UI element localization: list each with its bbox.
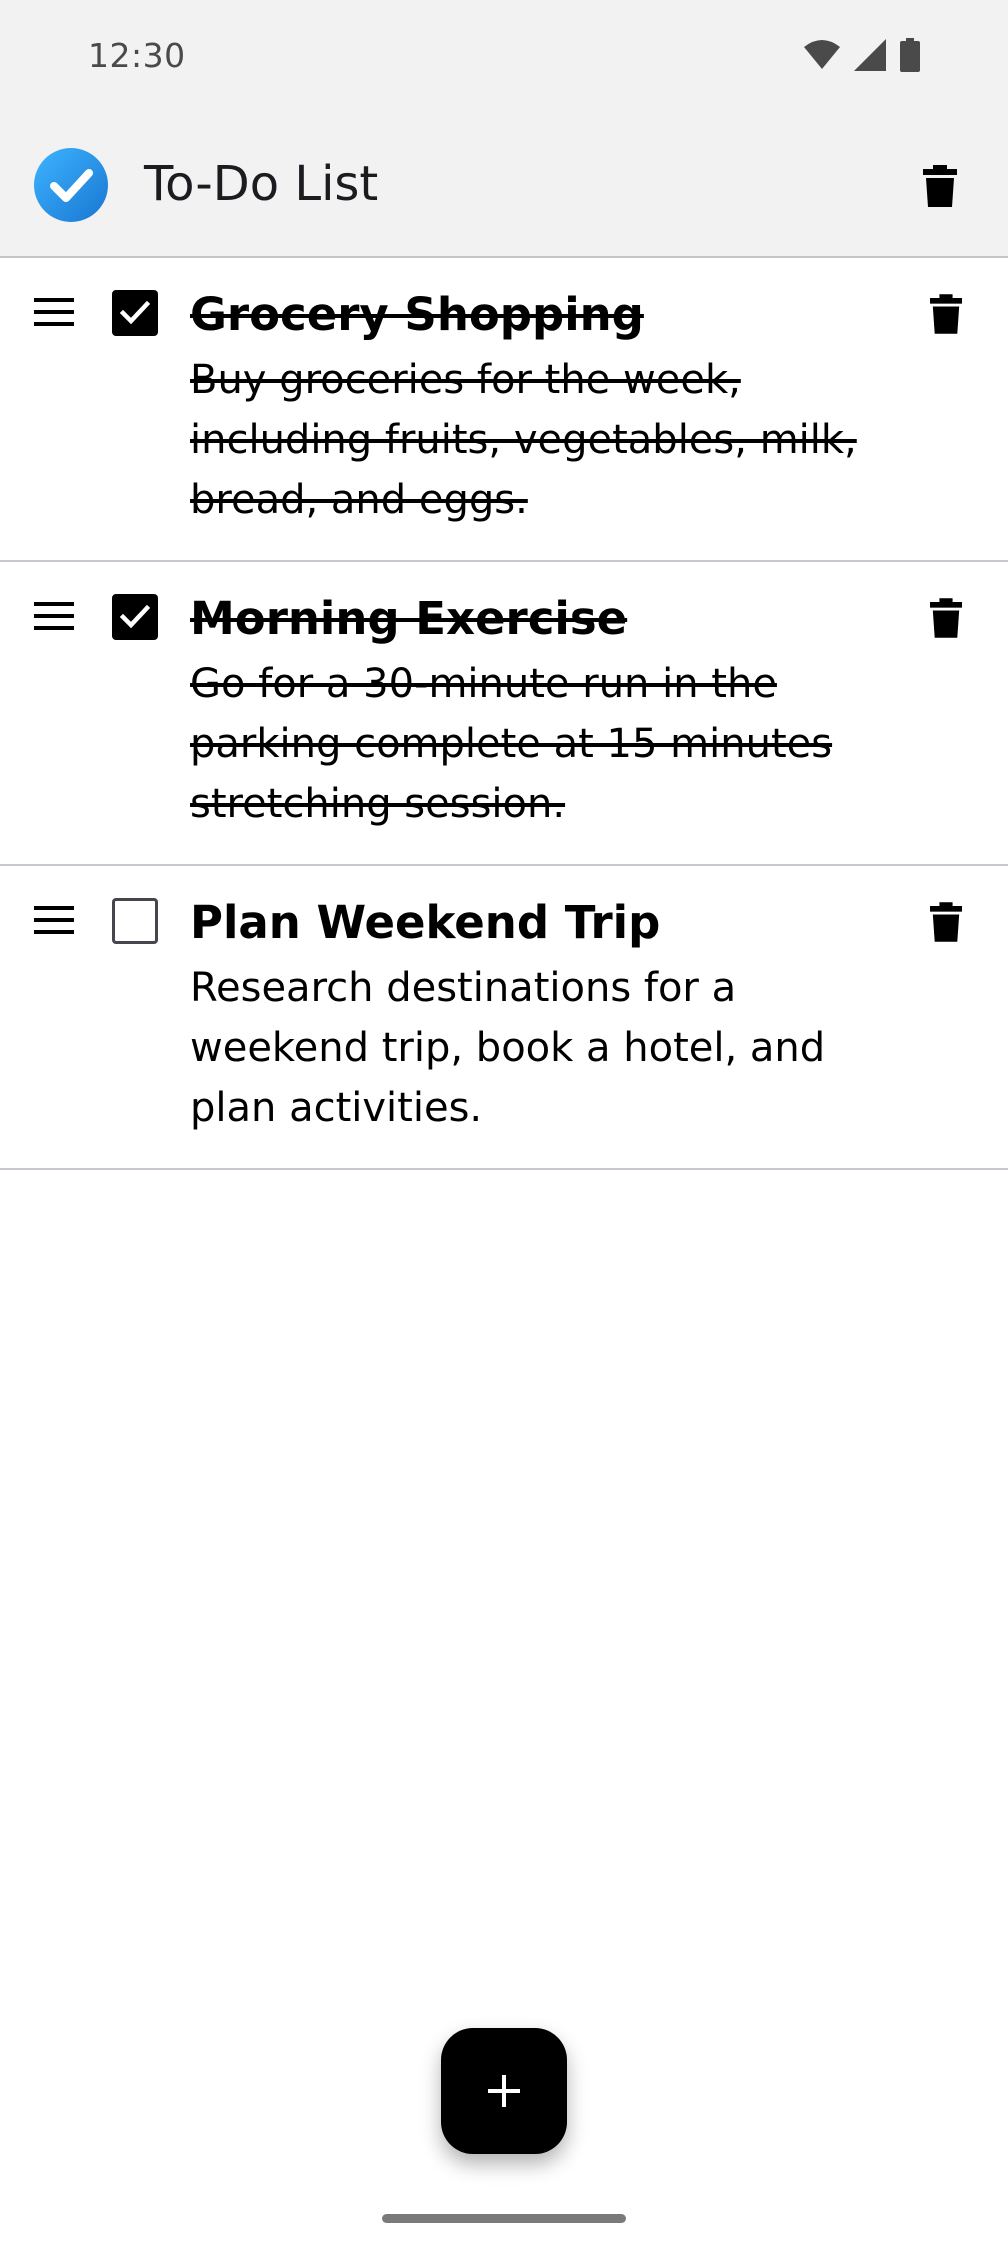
todo-checkbox[interactable] [112, 290, 158, 336]
todo-item[interactable]: Plan Weekend Trip Research destinations … [0, 866, 1008, 1170]
screen: 12:30 To-Do List Grocery Shopping Buy gr… [0, 0, 1008, 2244]
todo-text: Plan Weekend Trip Research destinations … [190, 894, 890, 1138]
drag-handle-icon[interactable] [32, 294, 76, 330]
todo-checkbox[interactable] [112, 898, 158, 944]
todo-description: Buy groceries for the week, including fr… [190, 357, 857, 523]
delete-todo-button[interactable] [918, 590, 974, 646]
battery-icon [900, 38, 920, 72]
status-icons [804, 38, 920, 72]
todo-item[interactable]: Grocery Shopping Buy groceries for the w… [0, 258, 1008, 562]
todo-title: Plan Weekend Trip [190, 896, 661, 949]
todo-text: Morning Exercise Go for a 30-minute run … [190, 590, 890, 834]
delete-icon [930, 598, 962, 638]
app-title: To-Do List [144, 156, 379, 212]
drag-handle-icon[interactable] [32, 598, 76, 634]
todo-checkbox[interactable] [112, 594, 158, 640]
delete-todo-button[interactable] [918, 286, 974, 342]
add-todo-button[interactable] [441, 2028, 567, 2154]
delete-todo-button[interactable] [918, 894, 974, 950]
todo-text: Grocery Shopping Buy groceries for the w… [190, 286, 890, 530]
home-indicator[interactable] [382, 2214, 626, 2223]
delete-all-button[interactable] [912, 158, 968, 214]
cellular-signal-icon [854, 39, 886, 71]
status-time: 12:30 [88, 36, 186, 75]
todo-title: Grocery Shopping [190, 288, 644, 341]
todo-description: Go for a 30-minute run in the parking co… [190, 661, 833, 827]
drag-handle-icon[interactable] [32, 902, 76, 938]
plus-icon [488, 2075, 520, 2107]
checkmark-icon [119, 604, 151, 629]
delete-icon [930, 902, 962, 942]
todo-description: Research destinations for a weekend trip… [190, 965, 826, 1131]
todo-title: Morning Exercise [190, 592, 628, 645]
top-app-bar: 12:30 To-Do List [0, 0, 1008, 258]
todo-list: Grocery Shopping Buy groceries for the w… [0, 258, 1008, 1170]
checkmark-icon [119, 300, 151, 325]
checkmark-circle-icon [34, 148, 108, 222]
delete-icon [923, 165, 957, 207]
delete-icon [930, 294, 962, 334]
wifi-icon [804, 40, 840, 69]
todo-item[interactable]: Morning Exercise Go for a 30-minute run … [0, 562, 1008, 866]
